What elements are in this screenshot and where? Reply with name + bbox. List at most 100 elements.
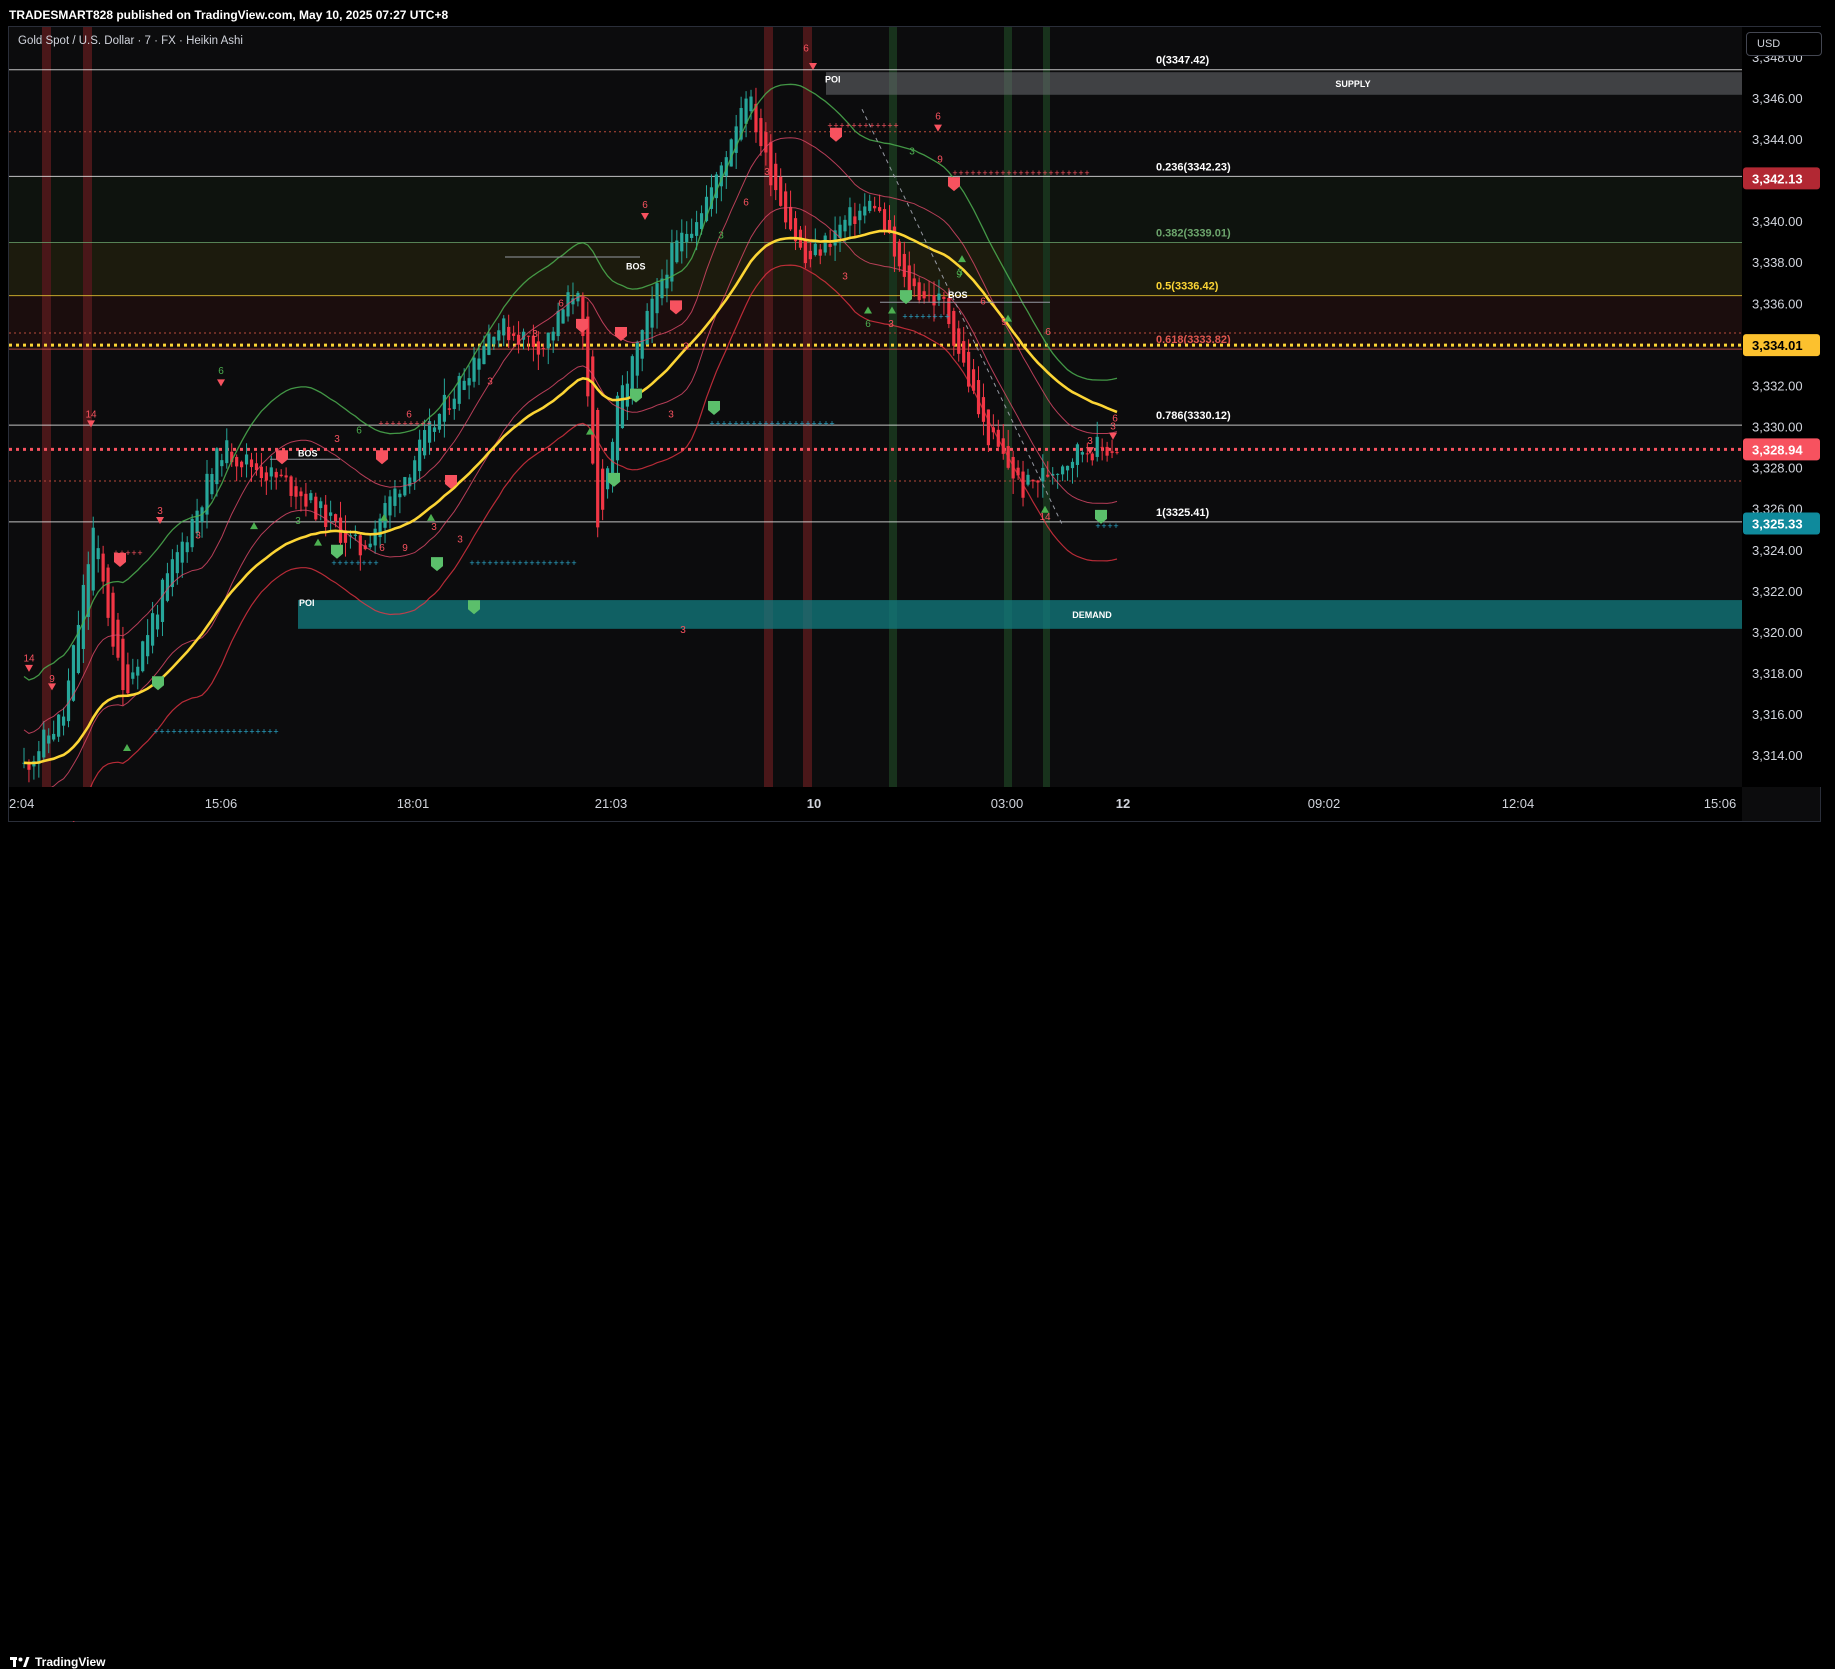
plus-marker: +	[355, 558, 360, 568]
time-tick-label: 12:04	[1502, 796, 1535, 811]
plus-marker: +	[367, 558, 372, 568]
candle-body	[556, 310, 560, 337]
candle-body	[398, 493, 402, 498]
plus-marker: +	[137, 548, 142, 558]
plus-marker: +	[875, 121, 880, 131]
candle-body	[333, 514, 338, 522]
signal-number: 3	[683, 341, 689, 352]
candle-body	[96, 548, 100, 560]
plus-marker: +	[499, 558, 504, 568]
signal-number: 6	[1112, 413, 1118, 424]
signal-number: 6	[558, 298, 564, 309]
candle-body	[912, 278, 916, 287]
plus-marker: +	[739, 418, 744, 428]
candle-body	[111, 592, 115, 647]
price-label-text: 3,334.01	[1752, 338, 1803, 353]
candle-body	[126, 664, 130, 694]
plus-marker: +	[378, 418, 383, 428]
plus-marker: +	[952, 168, 957, 178]
plus-marker: +	[887, 121, 892, 131]
plus-marker: +	[487, 558, 492, 568]
plus-marker: +	[1078, 168, 1083, 178]
candle-body	[358, 535, 362, 556]
supply-label: SUPPLY	[1335, 79, 1370, 89]
signal-number: 3	[668, 409, 674, 420]
supply-zone	[826, 72, 1742, 95]
plus-marker: +	[863, 121, 868, 131]
plus-marker: +	[225, 727, 230, 737]
candle-body	[47, 735, 51, 744]
plus-marker: +	[337, 558, 342, 568]
candle-body	[225, 440, 229, 464]
signal-number: 3	[1087, 436, 1093, 447]
plus-marker: +	[926, 312, 931, 322]
candle-body	[878, 207, 882, 212]
plus-marker: +	[958, 168, 963, 178]
candle-body	[952, 310, 956, 346]
candle-body	[289, 476, 293, 496]
plus-marker: +	[769, 418, 774, 428]
annotation-1: POI	[299, 598, 315, 608]
candle-body	[437, 413, 442, 430]
plus-marker: +	[553, 558, 558, 568]
candle-body	[1065, 465, 1070, 471]
plus-marker: +	[177, 727, 182, 737]
candle-body	[927, 294, 931, 296]
plus-marker: +	[249, 727, 254, 737]
price-tick-label: 3,336.00	[1752, 296, 1803, 311]
candle-body	[561, 309, 565, 324]
signal-number: 6	[743, 198, 749, 209]
signal-number: 3	[295, 516, 301, 527]
currency-button[interactable]: USD	[1746, 32, 1822, 56]
candle-body	[942, 296, 946, 299]
plus-marker: +	[219, 727, 224, 737]
candle-body	[823, 235, 827, 253]
candle-body	[937, 293, 941, 301]
plus-marker: +	[529, 558, 534, 568]
candle-body	[136, 666, 140, 676]
candle-body	[274, 471, 278, 478]
plus-marker: +	[384, 418, 389, 428]
candle-body	[818, 249, 822, 256]
symbol-title: Gold Spot / U.S. Dollar · 7 · FX · Heiki…	[18, 35, 243, 47]
plus-marker: +	[994, 168, 999, 178]
plus-marker: +	[839, 121, 844, 131]
plus-marker: +	[787, 418, 792, 428]
candle-body	[838, 224, 842, 238]
candle-body	[269, 467, 273, 477]
plus-marker: +	[811, 418, 816, 428]
plus-marker: +	[914, 312, 919, 322]
plus-marker: +	[1006, 168, 1011, 178]
candle-body	[1041, 467, 1045, 482]
signal-number: 6	[803, 44, 809, 55]
plus-marker: +	[751, 418, 756, 428]
signal-number: 6	[356, 426, 362, 437]
price-chart[interactable]: SUPPLY DEMAND 0(3347.42) 0.236(3342.23) 0.38…	[0, 0, 1835, 822]
plus-marker: +	[1066, 168, 1071, 178]
candle-body	[675, 240, 679, 263]
plus-marker: +	[781, 418, 786, 428]
candle-body	[1110, 451, 1114, 453]
candle-body	[986, 409, 991, 446]
time-axis[interactable]	[9, 787, 1742, 821]
candle-body	[1100, 446, 1104, 448]
plus-marker: +	[1107, 521, 1112, 531]
plus-marker: +	[331, 558, 336, 568]
plus-marker: +	[920, 312, 925, 322]
candle-body	[808, 250, 812, 260]
tradingview-logo[interactable]: TradingView	[10, 1655, 105, 1669]
candle-body	[294, 486, 298, 497]
candle-body	[635, 341, 639, 376]
plus-marker: +	[267, 727, 272, 737]
fib-label-6: 1(3325.41)	[1156, 507, 1210, 519]
candle-body	[1046, 474, 1050, 477]
candle-body	[175, 552, 179, 574]
plus-marker: +	[817, 418, 822, 428]
price-tick-label: 3,332.00	[1752, 378, 1803, 393]
candle-body	[477, 358, 481, 370]
signal-number: 9	[402, 543, 408, 554]
candle-body	[512, 333, 516, 336]
signal-number: 9	[956, 270, 962, 281]
plus-marker: +	[469, 558, 474, 568]
plus-marker: +	[571, 558, 576, 568]
